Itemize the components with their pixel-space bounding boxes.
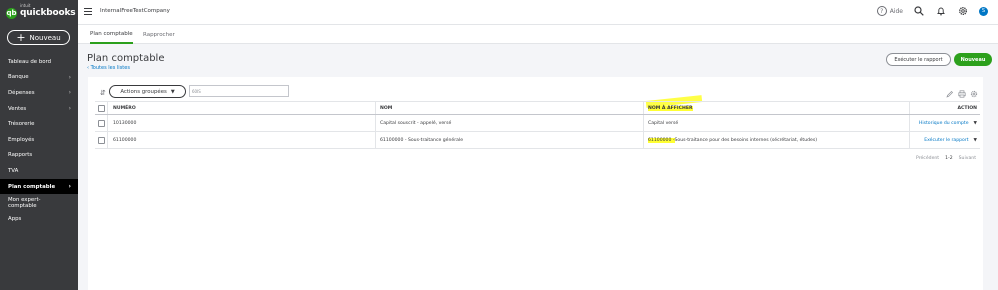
select-all-checkbox[interactable] — [98, 104, 105, 112]
header-display-name[interactable]: NOM À AFFICHER — [648, 105, 693, 111]
run-report-link[interactable]: Exécuter le rapport — [924, 138, 968, 143]
chevron-right-icon: › — [68, 105, 71, 113]
tab-plan-comptable[interactable]: Plan comptable — [90, 25, 133, 44]
sidebar-item-tableau-de-bord[interactable]: Tableau de bord — [0, 54, 78, 70]
account-name: 61100000 - Sous-traitance générale — [380, 137, 464, 143]
row-action-caret-icon[interactable]: ▼ — [974, 138, 977, 143]
avatar[interactable]: S — [979, 6, 988, 16]
logo-intuit-text: intuit — [20, 3, 31, 8]
chevron-right-icon: › — [68, 73, 71, 81]
sidebar: qb quickbooks intuit + Nouveau Tableau d… — [0, 0, 78, 290]
sidebar-item-tva[interactable]: TVA — [0, 163, 78, 179]
batch-actions-label: Actions groupées — [120, 88, 167, 95]
account-number: 10130000 — [113, 120, 137, 126]
sidebar-item-label: Mon expert-comptable — [8, 196, 41, 209]
sidebar-item-plan-comptable[interactable]: Plan comptable › — [0, 178, 78, 195]
account-name: Capital souscrit - appelé, versé — [380, 120, 452, 126]
help-label: Aide — [889, 7, 903, 15]
display-name: Capital versé — [648, 120, 679, 126]
pagination: Précédent 1-2 Suivant — [916, 156, 976, 161]
help-button[interactable]: ? Aide — [876, 6, 903, 16]
back-link-label: Toutes les listes — [90, 65, 130, 71]
pager-next[interactable]: Suivant — [959, 156, 976, 161]
row-checkbox[interactable] — [98, 136, 105, 144]
edit-pencil-icon[interactable] — [946, 90, 954, 98]
table-tools — [946, 90, 978, 98]
sidebar-item-mon-expert-comptable[interactable]: Mon expert-comptable — [0, 194, 78, 211]
accounts-table: NUMÉRO NOM NOM À AFFICHER ACTION 1013000… — [95, 101, 980, 149]
top-bar: InternalFreeTestCompany ? Aide S — [78, 0, 998, 24]
row-action-caret-icon[interactable]: ▼ — [974, 121, 977, 126]
batch-actions-dropdown[interactable]: Actions groupées ▼ — [109, 85, 186, 98]
sort-icon[interactable]: ⇵ — [100, 89, 106, 97]
chevron-right-icon: › — [68, 89, 71, 97]
sidebar-item-label: Dépenses — [8, 89, 35, 96]
header-action: ACTION — [957, 105, 977, 111]
new-button-label: Nouveau — [29, 33, 61, 42]
run-report-button[interactable]: Exécuter le rapport — [886, 53, 951, 66]
sidebar-item-rapports[interactable]: Rapports — [0, 148, 78, 164]
sidebar-item-tresorerie[interactable]: Trésorerie — [0, 116, 78, 132]
display-name: Sous-traitance pour des besoins internes… — [674, 137, 818, 143]
print-icon[interactable] — [958, 90, 966, 98]
quickbooks-logo-icon: qb — [6, 7, 17, 19]
search-icon[interactable] — [913, 5, 925, 17]
bell-icon[interactable] — [935, 5, 947, 17]
gear-icon[interactable] — [957, 5, 969, 17]
logo-text: quickbooks — [20, 8, 76, 18]
quickbooks-logo[interactable]: qb quickbooks — [6, 7, 76, 19]
sidebar-item-label: Plan comptable — [8, 183, 56, 190]
pager-previous[interactable]: Précédent — [916, 156, 939, 161]
sidebar-item-depenses[interactable]: Dépenses › — [0, 85, 78, 101]
back-link[interactable]: ‹ Toutes les listes — [87, 65, 130, 71]
sidebar-item-banque[interactable]: Banque › — [0, 70, 78, 86]
company-name: InternalFreeTestCompany — [100, 8, 170, 14]
sidebar-item-label: TVA — [8, 167, 19, 174]
plus-icon: + — [16, 31, 26, 44]
sidebar-item-label: Ventes — [8, 105, 27, 112]
new-button[interactable]: + Nouveau — [7, 30, 70, 45]
sidebar-item-employes[interactable]: Employés — [0, 132, 78, 148]
search-input[interactable] — [189, 85, 289, 97]
table-row: 61100000 61100000 - Sous-traitance génér… — [95, 132, 980, 149]
sidebar-item-label: Banque — [8, 74, 29, 81]
sidebar-item-label: Employés — [8, 136, 35, 143]
hamburger-menu-icon[interactable] — [84, 8, 92, 17]
table-header: NUMÉRO NOM NOM À AFFICHER ACTION — [95, 101, 980, 115]
chevron-right-icon: › — [68, 183, 71, 191]
tab-bar: Plan comptable Rapprocher — [78, 24, 998, 44]
account-number: 61100000 — [113, 137, 137, 143]
page-title: Plan comptable — [87, 53, 165, 64]
sidebar-item-label: Rapports — [8, 152, 33, 159]
sidebar-item-apps[interactable]: Apps — [0, 211, 78, 227]
header-number[interactable]: NUMÉRO — [113, 102, 136, 114]
header-name[interactable]: NOM — [380, 102, 392, 114]
caret-down-icon: ▼ — [170, 88, 175, 95]
table-row: 10130000 Capital souscrit - appelé, vers… — [95, 115, 980, 132]
help-icon: ? — [876, 6, 887, 16]
sidebar-item-ventes[interactable]: Ventes › — [0, 101, 78, 117]
row-checkbox[interactable] — [98, 119, 105, 127]
pager-range: 1-2 — [945, 156, 953, 161]
sidebar-item-label: Trésorerie — [8, 121, 35, 128]
account-history-link[interactable]: Historique du compte — [919, 121, 969, 126]
sidebar-item-label: Tableau de bord — [8, 58, 52, 65]
sidebar-nav: Tableau de bord Banque › Dépenses › Ventes › Tr… — [0, 54, 78, 227]
tab-rapprocher[interactable]: Rapprocher — [143, 25, 175, 44]
new-account-button[interactable]: Nouveau — [954, 53, 992, 66]
display-name-prefix: 61100000 - — [648, 137, 675, 143]
settings-gear-icon[interactable] — [970, 90, 978, 98]
sidebar-item-label: Apps — [8, 216, 22, 223]
